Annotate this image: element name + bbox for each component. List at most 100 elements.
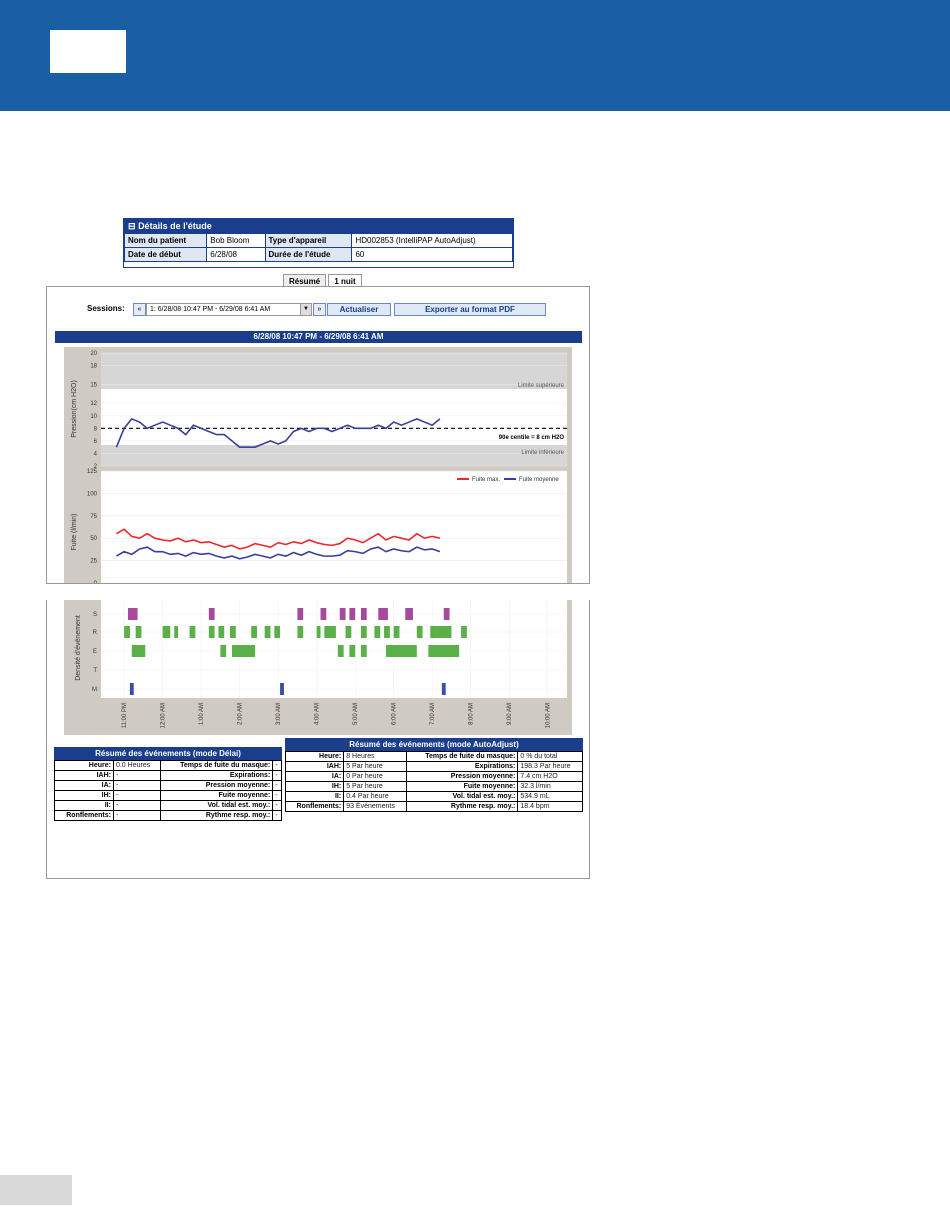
study-details-table: Nom du patient Bob Bloom Type d'appareil… xyxy=(123,233,513,262)
table-row: Nom du patient Bob Bloom Type d'appareil… xyxy=(123,233,513,248)
leak-tick-label: 25 xyxy=(90,559,97,565)
legend-avg-label: Fuite moyenne xyxy=(519,477,559,483)
event-bar xyxy=(384,626,390,638)
delay-summary-cell-label: Fuite moyenne: xyxy=(159,790,274,801)
details-key: Durée de l'étude xyxy=(264,247,353,262)
delay-summary-cell-value: - xyxy=(272,790,282,801)
delay-summary-cell-label: Expirations: xyxy=(159,770,274,781)
autoadjust-summary-title: Résumé des événements (mode AutoAdjust) xyxy=(285,738,583,751)
session-select[interactable]: 1: 6/28/08 10:47 PM - 6/29/08 6:41 AM ▼ xyxy=(146,303,312,316)
event-bar xyxy=(461,626,467,638)
event-bar xyxy=(162,626,171,638)
leak-tick-label: 50 xyxy=(90,536,97,542)
autoadjust-summary-cell-value: 5 Par heure xyxy=(343,761,408,772)
events-ylabel: Densité d'événement xyxy=(75,615,82,681)
sessions-label: Sessions: xyxy=(87,304,125,313)
event-x-tick-label: 3:00 AM xyxy=(276,703,282,725)
next-session-button[interactable]: » xyxy=(313,303,326,316)
event-bar xyxy=(349,645,356,657)
leak-tick-label: 0 xyxy=(94,581,98,583)
delay-summary-cell-value: - xyxy=(112,800,161,811)
leak-tick-label: 100 xyxy=(87,491,98,497)
event-bar xyxy=(208,626,215,638)
event-x-tick-label: 2:00 AM xyxy=(238,703,244,725)
delay-summary-cell-value: - xyxy=(272,770,282,781)
event-bar xyxy=(127,608,138,620)
event-bar xyxy=(416,626,423,638)
table-row: Heure: 0.0 Heures Temps de fuite du masque… xyxy=(54,760,282,771)
study-details: ⊟ Détails de l'étude Nom du patient Bob … xyxy=(123,218,514,268)
autoadjust-summary-table: Heure: 8 Heures Temps de fuite du masque: 0… xyxy=(284,751,583,812)
range-title: 6/28/08 10:47 PM - 6/29/08 6:41 AM xyxy=(55,331,582,343)
delay-summary-title: Résumé des événements (mode Délai) xyxy=(54,747,282,760)
autoadjust-summary-cell-label: Expirations: xyxy=(406,761,519,772)
event-row-label: R xyxy=(93,630,98,636)
event-bar xyxy=(385,645,417,657)
refresh-button[interactable]: Actualiser xyxy=(327,303,391,316)
autoadjust-summary-cell-label: Rythme resp. moy.: xyxy=(406,801,519,812)
event-bar xyxy=(320,608,327,620)
table-row: IAH: 5 Par heure Expirations: 198.3 Par heu… xyxy=(284,761,583,772)
event-bar xyxy=(131,645,146,657)
night-panel: Sessions: « 1: 6/28/08 10:47 PM - 6/29/0… xyxy=(46,286,590,584)
event-bar xyxy=(360,645,367,657)
event-row-label: S xyxy=(93,612,97,618)
footer-tab xyxy=(0,1175,72,1205)
delay-summary-cell-label: IA: xyxy=(54,780,114,791)
leak-tick-label: 125 xyxy=(87,469,98,475)
event-bar xyxy=(378,608,388,620)
top-charts-svg: 20181512108642 Limite supérieure 90e cen… xyxy=(71,351,567,583)
autoadjust-summary-cell-value: 7.4 cm H2O xyxy=(517,771,583,782)
event-bar xyxy=(339,608,346,620)
autoadjust-summary-cell-value: 5 Par heure xyxy=(343,781,408,792)
delay-summary-cell-label: Temps de fuite du masque: xyxy=(159,760,274,771)
event-bar xyxy=(135,626,142,638)
delay-summary-cell-value: - xyxy=(112,780,161,791)
table-row: IA: - Pression moyenne: - xyxy=(54,780,282,791)
delay-summary-cell-label: Heure: xyxy=(54,760,114,771)
event-bar xyxy=(174,626,179,638)
event-x-tick-label: 11:00 PM xyxy=(122,703,128,728)
event-bar xyxy=(231,645,256,657)
leak-plot-bg xyxy=(101,471,567,583)
events-plot-bg xyxy=(101,600,567,698)
event-bar xyxy=(337,645,344,657)
leak-ylabel: Fuite (l/min) xyxy=(71,514,78,551)
pressure-tick-label: 8 xyxy=(94,426,98,432)
leak-tick-label: 75 xyxy=(90,514,97,520)
delay-summary-cell-label: Vol. tidal est. moy.: xyxy=(159,800,274,811)
delay-summary-cell-value: - xyxy=(112,770,161,781)
table-row: II: 0.4 Par heure Vol. tidal est. moy.: 534… xyxy=(284,791,583,802)
event-x-tick-label: 5:00 AM xyxy=(353,703,359,725)
event-x-tick-label: 6:00 AM xyxy=(392,703,398,725)
event-bar xyxy=(208,608,215,620)
delay-summary-cell-label: IH: xyxy=(54,790,114,801)
event-bar xyxy=(345,626,352,638)
charts-frame: 20 18 15 12 10 8 6 4 2 Limite supérieure 90e cen… xyxy=(64,347,572,583)
table-row: Ronflements: - Rythme resp. moy.: - xyxy=(54,810,282,821)
logo-placeholder xyxy=(50,30,126,73)
delay-summary-table: Heure: 0.0 Heures Temps de fuite du masque… xyxy=(54,760,282,821)
event-bar xyxy=(297,626,304,638)
details-value: HD002853 (IntelliPAP AutoAdjust) xyxy=(351,233,513,248)
details-key: Date de début xyxy=(123,247,208,262)
collapse-icon[interactable]: ⊟ xyxy=(128,221,136,231)
event-bar xyxy=(220,645,227,657)
study-details-header: ⊟ Détails de l'étude xyxy=(124,219,513,233)
delay-summary: Résumé des événements (mode Délai) Heure… xyxy=(54,747,282,821)
pressure-tick-label: 15 xyxy=(90,382,97,388)
pressure-tick-label: 12 xyxy=(90,401,97,407)
prev-session-button[interactable]: « xyxy=(133,303,146,316)
upper-limit-band xyxy=(101,353,567,389)
event-bar xyxy=(360,608,367,620)
chevron-down-icon[interactable]: ▼ xyxy=(300,304,311,315)
event-bar xyxy=(428,645,460,657)
lower-limit-band xyxy=(101,445,567,466)
event-x-tick-label: 9:00 AM xyxy=(507,703,513,725)
autoadjust-summary-cell-label: IAH: xyxy=(284,761,345,772)
autoadjust-summary-cell-value: 198.3 Par heure xyxy=(517,761,583,772)
events-panel: S R E T M 11:00 PM 12:00 AM 1:00 AM 2:00 AM 3:00… xyxy=(46,600,590,879)
table-row: Ronflements: 93 Événements Rythme resp. mo… xyxy=(284,801,583,812)
export-pdf-button[interactable]: Exporter au format PDF xyxy=(394,303,546,316)
autoadjust-summary-cell-value: 0.4 Par heure xyxy=(343,791,408,802)
